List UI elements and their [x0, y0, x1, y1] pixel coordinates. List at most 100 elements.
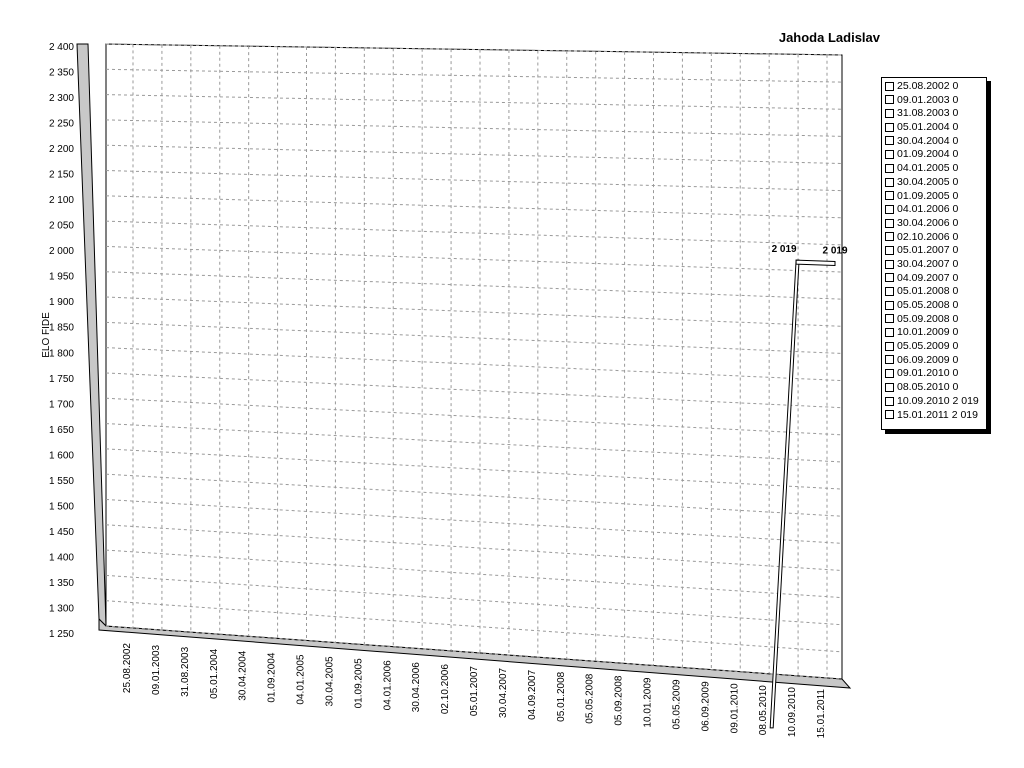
x-tick-label: 25.08.2002: [122, 643, 133, 693]
legend-swatch: [885, 232, 894, 242]
y-tick-label: 1 900: [49, 297, 74, 308]
x-tick-label: 04.09.2007: [527, 669, 538, 719]
legend-entry: 06.09.2009 0: [885, 354, 986, 368]
legend-swatch: [885, 245, 894, 255]
legend-swatch: [885, 369, 894, 379]
legend-label: 10.01.2009 0: [897, 326, 959, 339]
y-tick-label: 1 700: [49, 399, 74, 410]
x-tick-label: 31.08.2003: [180, 646, 191, 696]
x-tick-label: 08.05.2010: [758, 685, 769, 735]
legend-swatch: [885, 109, 894, 119]
x-tick-label: 05.09.2008: [614, 675, 625, 725]
legend-swatch: [885, 396, 894, 406]
y-tick-label: 2 150: [49, 170, 74, 181]
x-tick-label: 05.01.2004: [209, 648, 220, 698]
x-tick-label: 02.10.2006: [440, 664, 451, 714]
legend-entry: 30.04.2006 0: [885, 217, 986, 231]
legend-entry: 05.01.2004 0: [885, 121, 986, 135]
legend-label: 04.09.2007 0: [897, 271, 959, 284]
x-tick-label: 05.05.2009: [671, 679, 682, 729]
legend-swatch: [885, 122, 894, 132]
legend-label: 01.09.2004 0: [897, 148, 959, 161]
x-tick-label: 09.01.2010: [729, 683, 740, 733]
x-tick-label: 04.01.2005: [296, 654, 307, 704]
y-tick-label: 2 100: [49, 195, 74, 206]
x-tick-label: 05.05.2008: [585, 673, 596, 723]
legend-swatch: [885, 150, 894, 160]
x-tick-label: 15.01.2011: [816, 689, 827, 739]
legend-swatch: [885, 341, 894, 351]
legend-entry: 30.04.2007 0: [885, 258, 986, 272]
legend-label: 02.10.2006 0: [897, 230, 959, 243]
legend-entry: 09.01.2003 0: [885, 94, 986, 108]
x-tick-label: 30.04.2007: [498, 667, 509, 717]
chart-legend: 25.08.2002 0 09.01.2003 0 31.08.2003 0 05.0…: [881, 77, 987, 430]
legend-entry: 09.01.2010 0: [885, 367, 986, 381]
back-wall: [105, 43, 843, 680]
legend-entry: 01.09.2005 0: [885, 190, 986, 204]
legend-label: 04.01.2005 0: [897, 162, 959, 175]
legend-label: 05.01.2007 0: [897, 244, 959, 257]
y-tick-label: 1 300: [49, 603, 74, 614]
legend-swatch: [885, 382, 894, 392]
legend-label: 15.01.2011 2 019: [897, 408, 978, 421]
legend-label: 30.04.2006 0: [897, 216, 959, 229]
x-tick-label: 05.01.2007: [469, 666, 480, 716]
legend-label: 30.04.2007 0: [897, 257, 959, 270]
y-tick-label: 1 950: [49, 272, 74, 283]
y-tick-label: 2 350: [49, 68, 74, 79]
y-axis-ticks: 1 250 1 300 1 350 1 400 1 450 1 500 1 550 1 600…: [49, 42, 74, 640]
y-tick-label: 1 800: [49, 348, 74, 359]
legend-label: 05.05.2009 0: [897, 340, 959, 353]
legend-label: 25.08.2002 0: [897, 80, 959, 92]
legend-label: 05.09.2008 0: [897, 312, 959, 325]
elo-chart: 1 250 1 300 1 350 1 400 1 450 1 500 1 550 1 600…: [41, 42, 852, 739]
legend-swatch: [885, 273, 894, 283]
legend-label: 09.01.2010 0: [897, 367, 959, 380]
legend-label: 01.09.2005 0: [897, 189, 959, 202]
legend-swatch: [885, 177, 894, 187]
y-tick-label: 2 300: [49, 93, 74, 104]
y-axis-title: ELO FIDE: [41, 312, 52, 358]
legend-entry: 05.05.2009 0: [885, 340, 986, 354]
y-tick-label: 1 500: [49, 501, 74, 512]
legend-entry: 31.08.2003 0: [885, 107, 986, 121]
legend-swatch: [885, 95, 894, 105]
y-tick-label: 1 250: [49, 629, 74, 640]
x-tick-label: 01.09.2005: [353, 658, 364, 708]
legend-label: 05.01.2008 0: [897, 285, 959, 298]
y-tick-label: 1 350: [49, 578, 74, 589]
legend-swatch: [885, 81, 894, 91]
y-tick-label: 2 050: [49, 221, 74, 232]
legend-swatch: [885, 355, 894, 365]
legend-label: 08.05.2010 0: [897, 381, 959, 394]
x-tick-label: 04.01.2006: [382, 660, 393, 710]
legend-entry: 04.01.2006 0: [885, 203, 986, 217]
legend-swatch: [885, 314, 894, 324]
y-tick-label: 1 850: [49, 323, 74, 334]
x-tick-label: 09.01.2003: [151, 644, 162, 694]
x-tick-label: 30.04.2006: [411, 662, 422, 712]
legend-swatch: [885, 287, 894, 297]
legend-label: 04.01.2006 0: [897, 203, 959, 216]
legend-label: 06.09.2009 0: [897, 353, 959, 366]
legend-swatch: [885, 300, 894, 310]
y-tick-label: 1 750: [49, 374, 74, 385]
legend-swatch: [885, 204, 894, 214]
y-tick-label: 2 200: [49, 144, 74, 155]
chart-walls: [76, 43, 852, 689]
legend-swatch: [885, 218, 894, 228]
x-tick-label: 05.01.2008: [556, 671, 567, 721]
data-label: 2 019: [822, 245, 847, 256]
left-wall: [76, 43, 107, 628]
legend-label: 05.05.2008 0: [897, 299, 959, 311]
legend-entry: 05.01.2008 0: [885, 285, 986, 299]
x-tick-label: 01.09.2004: [267, 652, 278, 702]
legend-entry: 04.09.2007 0: [885, 272, 986, 286]
legend-entry: 05.05.2008 0: [885, 299, 986, 313]
legend-swatch: [885, 136, 894, 146]
legend-entry: 05.01.2007 0: [885, 244, 986, 258]
legend-label: 05.01.2004 0: [897, 121, 959, 134]
y-tick-label: 1 650: [49, 425, 74, 436]
y-tick-label: 1 550: [49, 476, 74, 487]
